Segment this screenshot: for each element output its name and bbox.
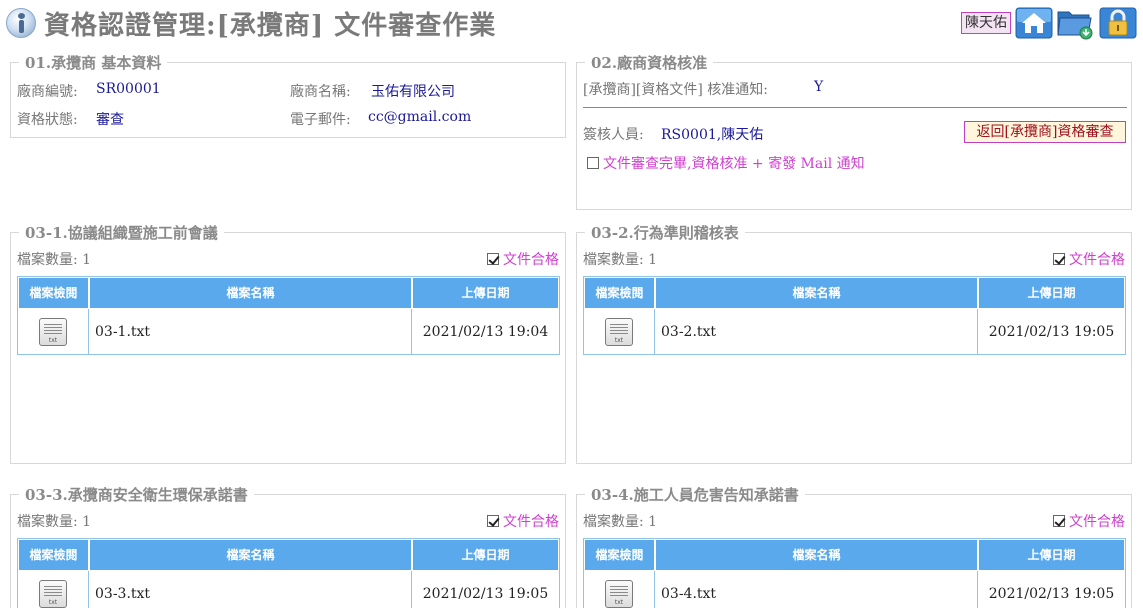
txt-file-icon[interactable]: txt bbox=[38, 579, 68, 608]
col-header-upload-date: 上傳日期 bbox=[979, 540, 1124, 570]
doc-section: 03-4.施工人員危害告知承諾書 檔案數量: 1 文件合格 檔案檢閱 檔案名稱 … bbox=[576, 484, 1132, 608]
upload-date: 2021/02/13 19:04 bbox=[422, 323, 549, 340]
file-name: 03-4.txt bbox=[655, 571, 978, 608]
upload-date: 2021/02/13 19:05 bbox=[422, 585, 549, 602]
approve-checkbox-label: 文件審查完畢,資格核准 + 寄發 Mail 通知 bbox=[603, 156, 865, 172]
approve-notify-checkbox-row[interactable]: 文件審查完畢,資格核准 + 寄發 Mail 通知 bbox=[587, 153, 865, 173]
col-header-upload-date: 上傳日期 bbox=[979, 278, 1124, 308]
panel-title: 03-4.施工人員危害告知承諾書 bbox=[585, 484, 805, 505]
table-row: txt 03-4.txt 2021/02/13 19:05 bbox=[584, 571, 1125, 608]
col-header-view: 檔案檢閱 bbox=[585, 540, 654, 570]
email-value: cc@gmail.com bbox=[368, 109, 472, 125]
upload-date: 2021/02/13 19:05 bbox=[988, 585, 1115, 602]
doc-pass-checkbox[interactable]: 文件合格 bbox=[1053, 249, 1125, 269]
table-header: 檔案檢閱 檔案名稱 上傳日期 bbox=[584, 539, 1125, 571]
table-header: 檔案檢閱 檔案名稱 上傳日期 bbox=[584, 277, 1125, 309]
vendor-basic-info-panel: 01.承攬商 基本資料 廠商編號: SR00001 廠商名稱: 玉佑有限公司 資… bbox=[10, 52, 566, 138]
file-count: 檔案數量: 1 bbox=[583, 514, 658, 530]
home-icon[interactable] bbox=[1015, 6, 1053, 40]
vendor-name-label: 廠商名稱: bbox=[290, 84, 351, 100]
page-title: 資格認證管理:[承攬商] 文件審查作業 bbox=[44, 11, 497, 41]
checkbox-checked[interactable] bbox=[487, 253, 499, 265]
col-header-filename: 檔案名稱 bbox=[90, 540, 411, 570]
col-header-upload-date: 上傳日期 bbox=[413, 540, 558, 570]
file-table: 檔案檢閱 檔案名稱 上傳日期 txt 03-3.txt 2021/02/13 1… bbox=[17, 538, 560, 608]
checkbox-checked[interactable] bbox=[1053, 253, 1065, 265]
info-logo-icon bbox=[6, 8, 36, 38]
return-review-button[interactable]: 返回[承攬商]資格審查 bbox=[964, 121, 1126, 143]
approve-checkbox[interactable] bbox=[587, 157, 599, 169]
doc-section: 03-1.協議組織暨施工前會議 檔案數量: 1 文件合格 檔案檢閱 檔案名稱 上… bbox=[10, 222, 566, 464]
col-header-view: 檔案檢閱 bbox=[585, 278, 654, 308]
file-table: 檔案檢閱 檔案名稱 上傳日期 txt 03-2.txt 2021/02/13 1… bbox=[583, 276, 1126, 355]
col-header-upload-date: 上傳日期 bbox=[413, 278, 558, 308]
vendor-no-value: SR00001 bbox=[96, 81, 161, 97]
table-row: txt 03-3.txt 2021/02/13 19:05 bbox=[18, 571, 559, 608]
file-table: 檔案檢閱 檔案名稱 上傳日期 txt 03-1.txt 2021/02/13 1… bbox=[17, 276, 560, 355]
table-row: txt 03-2.txt 2021/02/13 19:05 bbox=[584, 309, 1125, 354]
file-count: 檔案數量: 1 bbox=[17, 514, 92, 530]
reviewer-label: 簽核人員: bbox=[583, 127, 644, 143]
file-name: 03-1.txt bbox=[89, 309, 412, 354]
table-header: 檔案檢閱 檔案名稱 上傳日期 bbox=[18, 277, 559, 309]
vendor-approval-panel: 02.廠商資格核准 [承攬商][資格文件] 核准通知: Y 簽核人員: RS00… bbox=[576, 52, 1132, 210]
table-header: 檔案檢閱 檔案名稱 上傳日期 bbox=[18, 539, 559, 571]
file-name: 03-2.txt bbox=[655, 309, 978, 354]
panel-title: 03-1.協議組織暨施工前會議 bbox=[19, 222, 224, 243]
file-table: 檔案檢閱 檔案名稱 上傳日期 txt 03-4.txt 2021/02/13 1… bbox=[583, 538, 1126, 608]
status-value: 審查 bbox=[96, 112, 124, 128]
file-count: 檔案數量: 1 bbox=[17, 252, 92, 268]
approval-notice-label: [承攬商][資格文件] 核准通知: bbox=[583, 82, 769, 98]
lock-icon[interactable] bbox=[1099, 6, 1137, 40]
checkbox-checked[interactable] bbox=[487, 515, 499, 527]
txt-file-icon[interactable]: txt bbox=[604, 317, 634, 347]
vendor-no-label: 廠商編號: bbox=[17, 84, 78, 100]
col-header-view: 檔案檢閱 bbox=[19, 540, 88, 570]
user-badge[interactable]: 陳天佑 bbox=[961, 12, 1011, 34]
vendor-name-value: 玉佑有限公司 bbox=[371, 84, 455, 100]
checkbox-checked[interactable] bbox=[1053, 515, 1065, 527]
panel-title: 01.承攬商 基本資料 bbox=[19, 52, 168, 73]
status-label: 資格狀態: bbox=[17, 112, 78, 128]
doc-pass-checkbox[interactable]: 文件合格 bbox=[487, 249, 559, 269]
doc-pass-checkbox[interactable]: 文件合格 bbox=[1053, 511, 1125, 531]
col-header-filename: 檔案名稱 bbox=[656, 278, 977, 308]
panel-title: 03-3.承攬商安全衛生環保承諾書 bbox=[19, 484, 254, 505]
col-header-view: 檔案檢閱 bbox=[19, 278, 88, 308]
doc-section: 03-3.承攬商安全衛生環保承諾書 檔案數量: 1 文件合格 檔案檢閱 檔案名稱… bbox=[10, 484, 566, 608]
txt-file-icon[interactable]: txt bbox=[38, 317, 68, 347]
col-header-filename: 檔案名稱 bbox=[656, 540, 977, 570]
file-name: 03-3.txt bbox=[89, 571, 412, 608]
col-header-filename: 檔案名稱 bbox=[90, 278, 411, 308]
page-header: 資格認證管理:[承攬商] 文件審查作業 陳天佑 bbox=[0, 0, 1143, 44]
email-label: 電子郵件: bbox=[290, 112, 351, 128]
folder-icon[interactable] bbox=[1056, 6, 1094, 40]
doc-pass-checkbox[interactable]: 文件合格 bbox=[487, 511, 559, 531]
file-count: 檔案數量: 1 bbox=[583, 252, 658, 268]
txt-file-icon[interactable]: txt bbox=[604, 579, 634, 608]
approval-notice-value: Y bbox=[814, 79, 824, 95]
upload-date: 2021/02/13 19:05 bbox=[988, 323, 1115, 340]
panel-title: 03-2.行為準則稽核表 bbox=[585, 222, 745, 243]
reviewer-value: RS0001,陳天佑 bbox=[661, 127, 764, 143]
panel-title: 02.廠商資格核准 bbox=[585, 52, 714, 73]
table-row: txt 03-1.txt 2021/02/13 19:04 bbox=[18, 309, 559, 354]
divider bbox=[583, 107, 1127, 108]
doc-section: 03-2.行為準則稽核表 檔案數量: 1 文件合格 檔案檢閱 檔案名稱 上傳日期… bbox=[576, 222, 1132, 464]
